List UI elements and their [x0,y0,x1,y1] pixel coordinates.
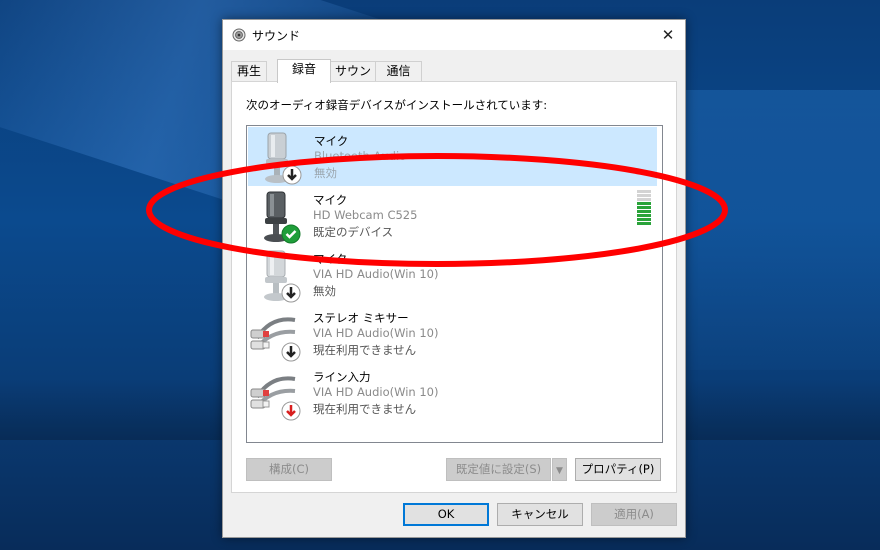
device-status: 既定のデバイス [313,225,394,239]
device-status: 現在利用できません [313,343,417,357]
speaker-icon [232,28,246,42]
chevron-down-icon: ▼ [556,466,563,476]
tab-playback[interactable]: 再生 [231,61,267,81]
list-item-line-in[interactable]: ライン入力 VIA HD Audio(Win 10) 現在利用できません [247,363,662,422]
cancel-button[interactable]: キャンセル [497,503,583,526]
input-level-meter [637,190,651,234]
list-item-bluetooth-mic[interactable]: マイク Bluetooth Audio 無効 [248,127,657,186]
device-driver: Bluetooth Audio [314,149,407,163]
device-driver: HD Webcam C525 [313,208,418,222]
device-name: ステレオ ミキサー [313,311,409,325]
microphone-disabled-icon [264,250,301,303]
close-button[interactable]: ✕ [651,20,685,50]
properties-button[interactable]: プロパティ(P) [575,458,661,481]
rca-cable-unplugged-icon [250,376,301,421]
device-name: マイク [314,134,349,148]
webcam-microphone-default-icon [264,191,301,244]
close-icon: ✕ [661,26,675,44]
device-name: ライン入力 [313,370,371,384]
device-list-description: 次のオーディオ録音デバイスがインストールされています: [246,98,548,112]
device-status: 無効 [314,166,337,180]
list-item-webcam-mic[interactable]: マイク HD Webcam C525 既定のデバイス [247,186,662,245]
configure-button[interactable]: 構成(C) [246,458,332,481]
sound-dialog: サウンド ✕ 再生 録音 サウンド 通信 次のオーディオ録音デバイスがインストー… [222,19,686,538]
tab-communications[interactable]: 通信 [375,61,422,81]
window-title: サウンド [252,29,301,43]
microphone-disabled-icon [265,132,302,185]
device-name: マイク [313,252,348,266]
device-name: マイク [313,193,348,207]
device-status: 現在利用できません [313,402,417,416]
device-driver: VIA HD Audio(Win 10) [313,326,439,340]
list-item-via-mic[interactable]: マイク VIA HD Audio(Win 10) 無効 [247,245,662,304]
apply-button[interactable]: 適用(A) [591,503,677,526]
set-default-button[interactable]: 既定値に設定(S) [446,458,551,481]
set-default-dropdown[interactable]: ▼ [552,458,567,481]
recording-device-list[interactable]: マイク Bluetooth Audio 無効 マイク HD Webcam C52… [246,125,663,443]
rca-cable-unavailable-icon [250,317,301,362]
device-driver: VIA HD Audio(Win 10) [313,267,439,281]
tab-sounds[interactable]: サウンド [329,61,377,97]
device-driver: VIA HD Audio(Win 10) [313,385,439,399]
device-status: 無効 [313,284,336,298]
list-item-stereo-mixer[interactable]: ステレオ ミキサー VIA HD Audio(Win 10) 現在利用できません [247,304,662,363]
title-bar[interactable]: サウンド ✕ [223,20,685,50]
recording-panel: 次のオーディオ録音デバイスがインストールされています: マイク Bluetoot… [231,81,677,493]
ok-button[interactable]: OK [403,503,489,526]
tab-recording[interactable]: 録音 [277,59,331,83]
